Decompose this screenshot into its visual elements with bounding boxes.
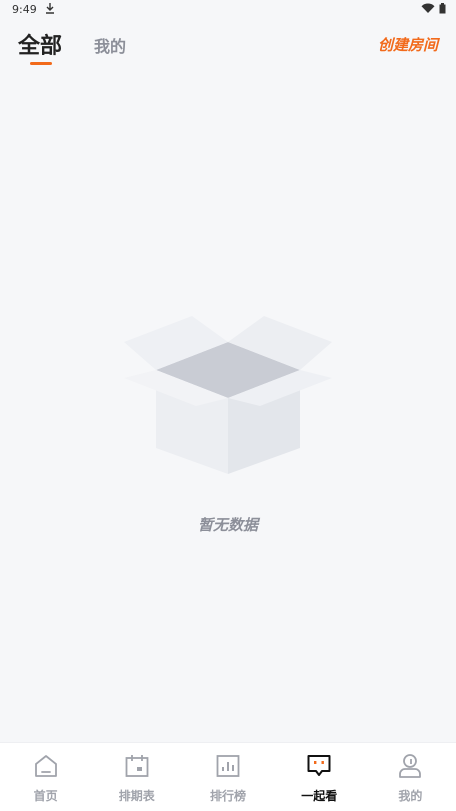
tab-active-indicator	[30, 62, 52, 65]
tab-all[interactable]: 全部	[18, 28, 62, 60]
nav-item-profile[interactable]: 我的	[365, 743, 456, 811]
chat-icon	[307, 755, 331, 776]
status-bar: 9:49	[0, 0, 456, 22]
empty-box-illustration	[120, 312, 336, 478]
empty-state-message: 暂无数据	[197, 516, 258, 534]
nav-label-ranking: 排行榜	[210, 789, 247, 803]
battery-icon	[439, 3, 446, 14]
profile-icon	[399, 754, 422, 778]
nav-item-home[interactable]: 首页	[0, 743, 91, 811]
wifi-icon	[421, 3, 435, 13]
download-icon	[45, 2, 55, 17]
ranking-icon	[216, 755, 240, 777]
status-time: 9:49	[12, 3, 37, 16]
home-icon	[34, 755, 57, 777]
nav-label-home: 首页	[33, 789, 58, 803]
nav-label-schedule: 排期表	[118, 789, 155, 803]
bottom-nav: 首页 排期表 排行榜 一起看 我的	[0, 742, 456, 811]
nav-label-watch-together: 一起看	[301, 789, 338, 803]
nav-label-profile: 我的	[398, 789, 423, 803]
nav-item-ranking[interactable]: 排行榜	[182, 743, 273, 811]
tab-mine[interactable]: 我的	[94, 33, 126, 57]
nav-item-watch-together[interactable]: 一起看	[274, 743, 365, 811]
create-room-button[interactable]: 创建房间	[378, 34, 438, 55]
top-tabs: 全部 我的 创建房间	[0, 24, 456, 70]
calendar-icon	[125, 755, 149, 777]
status-icons	[421, 3, 446, 14]
nav-item-schedule[interactable]: 排期表	[91, 743, 182, 811]
